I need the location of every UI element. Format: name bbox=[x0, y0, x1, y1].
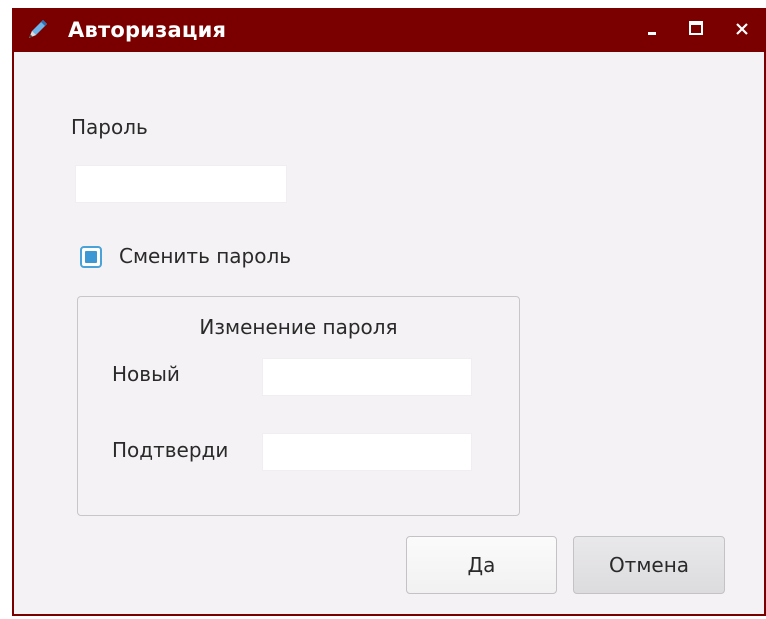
group-title: Изменение пароля bbox=[199, 315, 398, 339]
confirm-password-input[interactable] bbox=[262, 433, 472, 471]
ok-button[interactable]: Да bbox=[406, 536, 557, 594]
cancel-button[interactable]: Отмена bbox=[573, 536, 725, 594]
change-password-checkbox[interactable] bbox=[80, 246, 102, 268]
window-title: Авторизация bbox=[68, 18, 227, 42]
password-input[interactable] bbox=[75, 165, 287, 203]
new-password-label: Новый bbox=[112, 362, 180, 386]
maximize-button[interactable] bbox=[682, 16, 710, 44]
title-bar[interactable]: Авторизация bbox=[12, 8, 766, 52]
maximize-icon bbox=[688, 20, 704, 40]
auth-dialog: Авторизация Пароль Сменить пароль Измене… bbox=[12, 8, 766, 616]
close-button[interactable] bbox=[728, 16, 756, 44]
change-password-label[interactable]: Сменить пароль bbox=[119, 244, 291, 268]
new-password-input[interactable] bbox=[262, 358, 472, 396]
minimize-button[interactable] bbox=[638, 16, 666, 44]
confirm-password-label: Подтверди bbox=[112, 438, 229, 462]
minimize-icon bbox=[645, 21, 659, 40]
change-password-group: Изменение пароля Новый Подтверди bbox=[77, 296, 520, 516]
password-label: Пароль bbox=[71, 115, 148, 139]
close-icon bbox=[735, 21, 749, 40]
checkbox-check-mark bbox=[85, 251, 97, 263]
pencil-icon bbox=[24, 17, 50, 43]
